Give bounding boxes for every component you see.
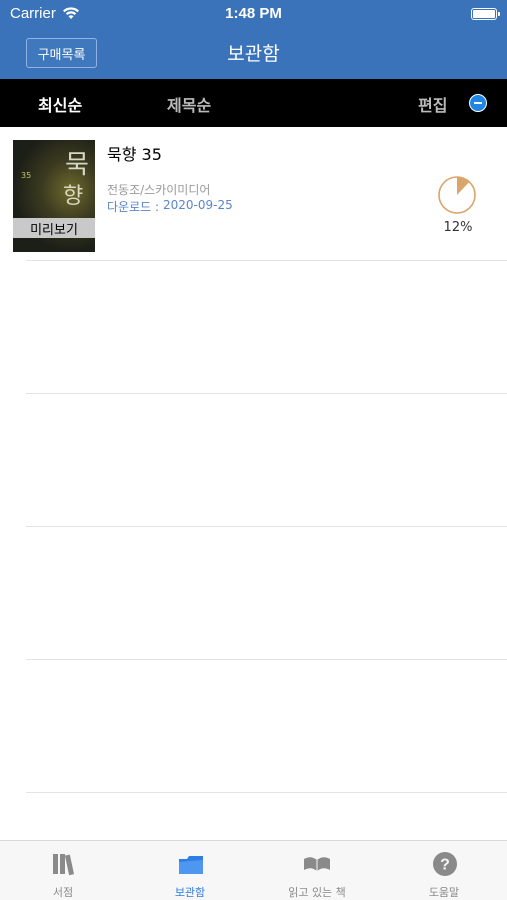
sort-latest-tab[interactable]: 최신순 [38,92,82,116]
folder-icon [179,856,203,874]
book-cover[interactable]: 묵 향 35 미리보기 [13,140,95,252]
cover-title-glyph: 향 [63,184,84,209]
reading-progress-icon [438,176,476,214]
page-title: 보관함 [227,43,280,65]
row-separator [26,526,507,527]
tab-help[interactable]: ? 도움말 [381,841,507,900]
download-label: 다운로드 : [107,200,160,214]
row-separator [26,260,507,261]
help-icon: ? [433,852,457,876]
delete-minus-icon[interactable] [469,94,487,112]
list-item[interactable]: 묵 향 35 미리보기 묵향 35 전동조/스카이미디어 다운로드 : 2020… [0,127,507,260]
sort-bar: 최신순 제목순 편집 [0,79,507,127]
row-separator [26,393,507,394]
tab-store[interactable]: 서점 [0,841,126,900]
progress-percent: 12% [443,220,473,235]
row-separator [26,659,507,660]
book-title: 묵향 35 [107,145,162,164]
books-icon [53,854,75,876]
preview-button[interactable]: 미리보기 [13,218,95,238]
tab-label: 서점 [52,886,74,899]
tab-bar: 서점 보관함 읽고 있는 책 ? 도움말 [0,840,507,900]
tab-label: 읽고 있는 책 [288,886,346,899]
cover-volume-number: 35 [21,171,32,180]
edit-button[interactable]: 편집 [418,92,447,116]
tab-label: 도움말 [428,886,460,899]
row-separator [26,792,507,793]
tab-reading[interactable]: 읽고 있는 책 [254,841,380,900]
status-bar: Carrier 1:48 PM [0,0,507,28]
sort-title-tab[interactable]: 제목순 [167,92,211,116]
tab-label: 보관함 [174,886,206,899]
tab-library[interactable]: 보관함 [127,841,253,900]
book-author: 전동조/스카이미디어 [107,183,211,197]
svg-text:?: ? [440,857,450,874]
clock: 1:48 PM [225,5,282,22]
header: Carrier 1:48 PM 구매목록 보관함 [0,0,507,79]
open-book-icon [304,857,330,871]
download-date: 2020-09-25 [163,198,233,212]
cover-title-glyph: 묵 [65,150,89,180]
battery-icon [471,8,500,20]
